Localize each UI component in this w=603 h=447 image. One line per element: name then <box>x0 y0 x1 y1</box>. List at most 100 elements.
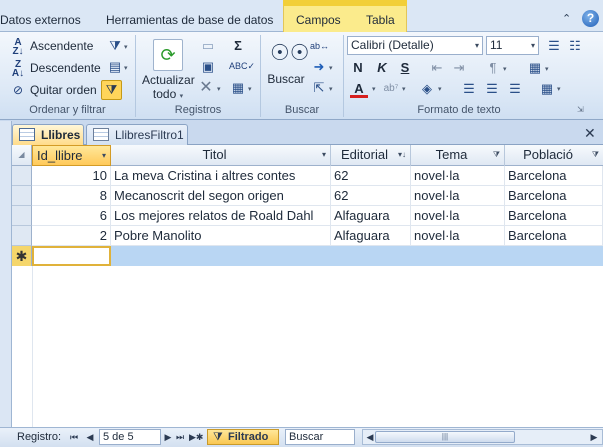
delete-dropdown-icon[interactable]: ▾ <box>217 85 221 93</box>
new-record-nav-icon[interactable]: ▶✱ <box>189 430 203 444</box>
table-row[interactable]: 8 Mecanoscrit del segon origen 62 novel·… <box>32 186 603 206</box>
table-row[interactable]: 10 La meva Cristina i altres contes 62 n… <box>32 166 603 186</box>
cell-poblacio[interactable]: Barcelona <box>505 186 603 206</box>
cell-titol[interactable]: Los mejores relatos de Roald Dahl <box>111 206 331 226</box>
cell-titol[interactable]: Mecanoscrit del segon origen <box>111 186 331 206</box>
highlight-dropdown-icon[interactable]: ▾ <box>402 85 406 93</box>
dialog-launcher-icon[interactable]: ⇲ <box>577 105 584 114</box>
paragraph-dropdown-icon[interactable]: ▾ <box>503 65 507 73</box>
cell-titol[interactable]: La meva Cristina i altres contes <box>111 166 331 186</box>
filter-applied-icon[interactable]: ⧩ <box>493 145 500 165</box>
new-record-row[interactable] <box>32 246 603 266</box>
advanced-filter-icon[interactable]: ▤ <box>106 59 124 75</box>
select-all-corner[interactable]: ◢ <box>12 145 32 166</box>
cell-poblacio[interactable]: Barcelona <box>505 206 603 226</box>
find-button[interactable]: Buscar <box>265 72 307 86</box>
row-selector[interactable] <box>12 206 32 226</box>
tab-table[interactable]: Tabla <box>366 0 395 32</box>
column-header-titol[interactable]: Titol ▾ <box>111 145 331 166</box>
spelling-icon[interactable]: ABC✓ <box>229 58 255 74</box>
column-header-editorial[interactable]: Editorial ▾↓ <box>331 145 411 166</box>
underline-button[interactable]: S <box>397 59 413 77</box>
paragraph-icon[interactable]: ¶ <box>484 60 502 76</box>
last-record-icon[interactable]: ⏭ <box>174 430 186 444</box>
gridlines-dropdown-icon[interactable]: ▾ <box>545 65 549 73</box>
highlight-icon[interactable]: ab⁷ <box>382 81 400 97</box>
decrease-indent-icon[interactable]: ⇤ <box>428 60 446 76</box>
italic-button[interactable]: K <box>374 59 390 77</box>
go-to-icon[interactable]: ➜ <box>310 59 328 75</box>
cell-poblacio[interactable]: Barcelona <box>505 226 603 246</box>
doc-tab-llibresfiltro1[interactable]: LlibresFiltro1 <box>86 124 188 145</box>
row-selector[interactable] <box>12 186 32 206</box>
cell-tema[interactable]: novel·la <box>411 226 505 246</box>
replace-icon[interactable]: ab↔ <box>310 38 329 54</box>
cell-id[interactable]: 2 <box>32 226 111 246</box>
selection-filter-icon[interactable]: ⧩ <box>106 38 124 54</box>
tab-database-tools[interactable]: Herramientas de base de datos <box>106 0 273 32</box>
select-dropdown-icon[interactable]: ▾ <box>329 85 333 93</box>
cell-titol[interactable]: Pobre Manolito <box>111 226 331 246</box>
cell-editorial[interactable]: 62 <box>331 186 411 206</box>
navigation-pane-collapsed[interactable] <box>0 121 12 427</box>
sort-descending-indicator-icon[interactable]: ▾↓ <box>398 145 406 165</box>
cell-editorial[interactable]: 62 <box>331 166 411 186</box>
cell-tema[interactable]: novel·la <box>411 186 505 206</box>
search-input[interactable]: Buscar <box>285 429 355 445</box>
first-record-icon[interactable]: ⏮ <box>68 430 80 444</box>
delete-record-icon[interactable]: ✕ <box>197 80 215 96</box>
help-icon[interactable]: ? <box>582 10 599 27</box>
numbering-icon[interactable]: ☷ <box>566 38 584 54</box>
column-header-tema[interactable]: Tema ⧩ <box>411 145 505 166</box>
cell-id[interactable]: 8 <box>32 186 111 206</box>
scrollbar-thumb[interactable]: ||| <box>375 431 515 443</box>
sort-dropdown-icon[interactable]: ▾ <box>322 145 326 165</box>
column-header-id-llibre[interactable]: Id_llibre ▾ <box>32 145 111 166</box>
cell-tema[interactable]: novel·la <box>411 166 505 186</box>
fill-color-dropdown-icon[interactable]: ▾ <box>438 85 442 93</box>
align-center-icon[interactable]: ☰ <box>483 81 501 97</box>
select-icon[interactable]: ⇱ <box>310 80 328 96</box>
totals-icon[interactable]: Σ <box>229 38 247 54</box>
previous-record-icon[interactable]: ◀ <box>84 430 96 444</box>
increase-indent-icon[interactable]: ⇥ <box>450 60 468 76</box>
fill-color-icon[interactable]: ◈ <box>418 81 436 97</box>
column-header-poblacio[interactable]: Població ⧩ <box>505 145 603 166</box>
doc-tab-llibres[interactable]: Llibres <box>12 124 84 145</box>
cell-editorial[interactable]: Alfaguara <box>331 226 411 246</box>
font-color-icon[interactable]: A <box>350 80 368 98</box>
refresh-all-button[interactable]: Actualizar todo ▾ <box>142 73 195 104</box>
current-record-field[interactable]: 5 de 5 <box>99 429 161 445</box>
new-record-id-cell[interactable] <box>32 246 111 266</box>
font-name-combo[interactable]: Calibri (Detalle) ▾ <box>347 36 483 55</box>
align-left-icon[interactable]: ☰ <box>460 81 478 97</box>
new-record-icon[interactable]: ▭ <box>199 38 217 54</box>
selection-filter-dropdown-icon[interactable]: ▾ <box>124 43 128 51</box>
go-to-dropdown-icon[interactable]: ▾ <box>329 64 333 72</box>
filter-applied-icon[interactable]: ⧩ <box>592 145 599 165</box>
gridlines-icon[interactable]: ▦ <box>526 60 544 76</box>
close-icon[interactable]: ✕ <box>584 125 596 142</box>
more-records-icon[interactable]: ▦ <box>229 80 247 96</box>
row-selector[interactable] <box>12 226 32 246</box>
table-row[interactable]: 2 Pobre Manolito Alfaguara novel·la Barc… <box>32 226 603 246</box>
align-right-icon[interactable]: ☰ <box>506 81 524 97</box>
filter-status-button[interactable]: ⧩ Filtrado <box>207 429 279 445</box>
refresh-all-icon[interactable]: ⟳ <box>153 39 183 71</box>
minimize-ribbon-icon[interactable]: ⌃ <box>562 12 571 25</box>
save-record-icon[interactable]: ▣ <box>199 59 217 75</box>
binoculars-icon[interactable]: ☉☉ <box>270 38 309 68</box>
cell-id[interactable]: 10 <box>32 166 111 186</box>
cell-id[interactable]: 6 <box>32 206 111 226</box>
alternate-row-color-icon[interactable]: ▦ <box>538 81 556 97</box>
table-row[interactable]: 6 Los mejores relatos de Roald Dahl Alfa… <box>32 206 603 226</box>
cell-editorial[interactable]: Alfaguara <box>331 206 411 226</box>
alternate-row-dropdown-icon[interactable]: ▾ <box>557 85 561 93</box>
scroll-right-icon[interactable]: ▶ <box>588 430 600 444</box>
bold-button[interactable]: N <box>350 59 366 77</box>
font-size-combo[interactable]: 11 ▾ <box>486 36 539 55</box>
bullets-icon[interactable]: ☰ <box>545 38 563 54</box>
sort-dropdown-icon[interactable]: ▾ <box>102 146 106 166</box>
new-record-asterisk-icon[interactable]: ✱ <box>12 246 32 266</box>
toggle-filter-button[interactable]: ⧩ <box>101 80 122 100</box>
